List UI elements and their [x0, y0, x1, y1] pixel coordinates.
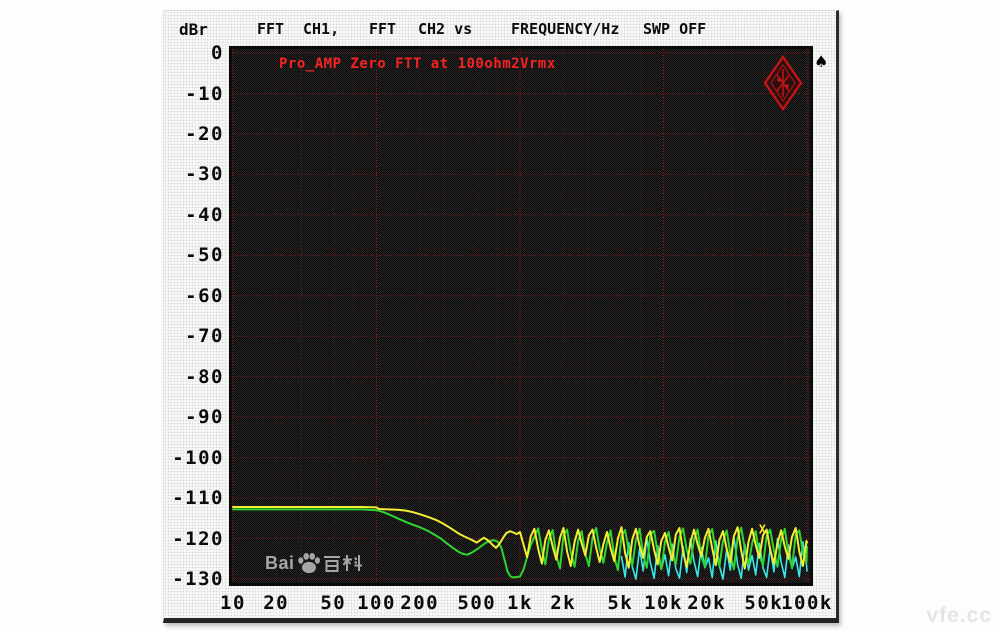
header-item-frequency: FREQUENCY/Hz: [511, 20, 619, 38]
y-tick-label: -40: [164, 204, 224, 226]
y-tick-label: 0: [164, 42, 224, 64]
trace-title: Pro_AMP Zero FTT at 100ohm2Vrmx: [279, 56, 556, 72]
analyzer-panel: dBr FFT CH1, FFT CH2 vs FREQUENCY/Hz SWP…: [163, 10, 839, 623]
header-item-fft2: FFT: [369, 20, 396, 38]
x-tick-label: 100k: [769, 591, 845, 615]
y-tick-label: -130: [164, 568, 224, 590]
y-unit-label: dBr: [179, 20, 208, 39]
y-tick-label: -20: [164, 123, 224, 145]
side-cursor-marker-icon[interactable]: ♠: [814, 52, 828, 71]
baidu-baike-cjk-icon: [323, 553, 363, 573]
header-item-swp-off: SWP OFF: [643, 20, 706, 38]
y-tick-label: -10: [164, 83, 224, 105]
y-tick-label: -110: [164, 487, 224, 509]
header-item-ch1: CH1,: [303, 20, 339, 38]
diamond-logo-icon: [763, 55, 803, 111]
plot-area: X Pro_AMP Zero FTT at 100ohm2Vrmx Bai: [229, 46, 813, 586]
trace-cursor-marker[interactable]: X: [759, 523, 767, 537]
y-tick-label: -60: [164, 285, 224, 307]
screenshot-page: dBr FFT CH1, FFT CH2 vs FREQUENCY/Hz SWP…: [0, 0, 1000, 631]
y-tick-label: -50: [164, 244, 224, 266]
header-item-ch2-vs: CH2 vs: [418, 20, 472, 38]
fft-trace-canvas: X: [232, 49, 810, 583]
y-tick-label: -80: [164, 366, 224, 388]
y-tick-label: -120: [164, 528, 224, 550]
baidu-baike-watermark: Bai: [265, 550, 363, 576]
y-tick-label: -70: [164, 325, 224, 347]
baidu-paw-icon: [296, 550, 322, 576]
y-tick-label: -30: [164, 163, 224, 185]
y-tick-label: -100: [164, 447, 224, 469]
baidu-watermark-text: Bai: [265, 553, 295, 574]
header-item-fft1: FFT: [257, 20, 284, 38]
y-tick-label: -90: [164, 406, 224, 428]
site-watermark: vfe.cc: [926, 604, 992, 628]
